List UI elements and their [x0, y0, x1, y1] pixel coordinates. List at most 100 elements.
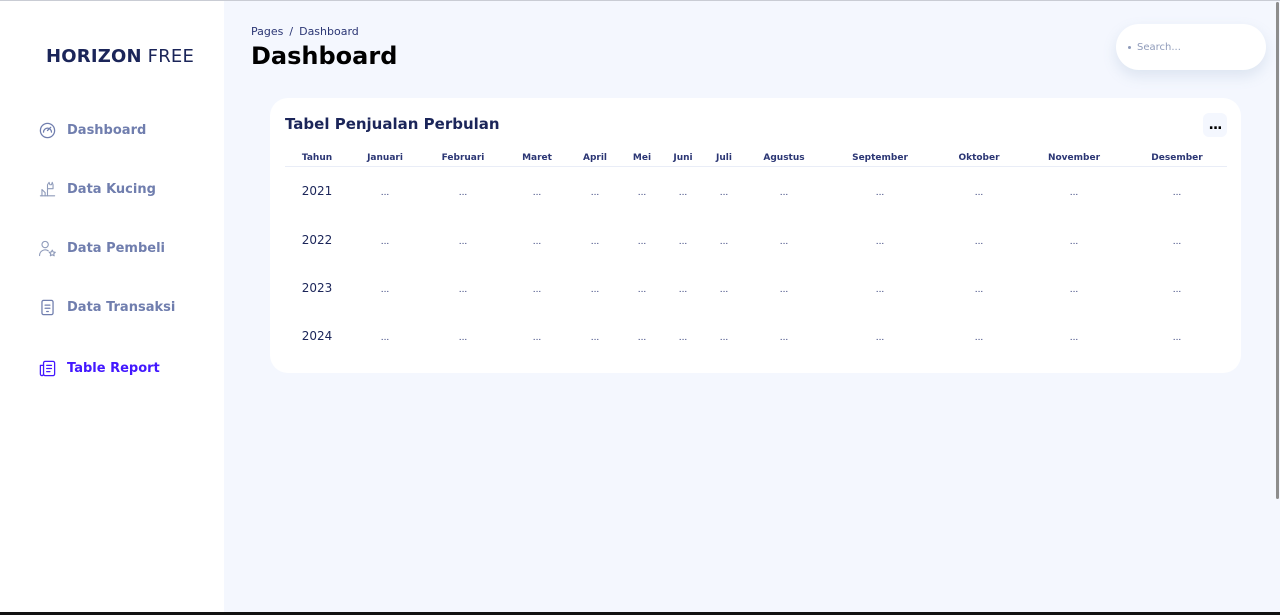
table-cell: ...: [637, 237, 647, 247]
column-header: September: [823, 150, 937, 167]
column-header: Agustus: [745, 150, 823, 167]
breadcrumb-separator: /: [289, 25, 294, 38]
sales-table-card: Tabel Penjualan Perbulan ... Tahun Janua…: [270, 98, 1241, 373]
sidebar-item-label: Dashboard: [67, 122, 147, 138]
sidebar-item-label: Data Pembeli: [67, 240, 166, 256]
search-input[interactable]: [1137, 41, 1247, 53]
table-cell: ...: [380, 285, 390, 295]
breadcrumb-link-pages[interactable]: Pages: [251, 25, 283, 38]
table-row: 2021 ... ... ... ... ... ... ... ... ...…: [285, 166, 1227, 216]
table-cell: ...: [974, 188, 984, 199]
table-cell: ...: [779, 285, 789, 295]
sidebar-item-table-report[interactable]: Table Report: [38, 357, 160, 379]
table-cell: ...: [590, 188, 600, 199]
table-cell: ...: [380, 333, 390, 343]
table-cell: ...: [678, 333, 688, 343]
sidebar-item-dashboard[interactable]: Dashboard: [38, 119, 146, 141]
column-header: November: [1021, 150, 1127, 167]
sidebar-item-label: Data Kucing: [67, 181, 156, 197]
card-title: Tabel Penjualan Perbulan: [285, 115, 500, 133]
table-cell: ...: [1172, 188, 1182, 199]
table-cell: ...: [532, 188, 542, 199]
table-cell: ...: [590, 237, 600, 247]
brand-logo[interactable]: HORIZON FREE: [46, 46, 194, 67]
table-cell: ...: [532, 237, 542, 247]
table-cell: ...: [719, 188, 729, 199]
sidebar-item-data-transaksi[interactable]: Data Transaksi: [38, 296, 175, 318]
table-row: 2024 ... ... ... ... ... ... ... ... ...…: [285, 312, 1227, 360]
user-star-icon: [39, 240, 56, 256]
table-cell: ...: [678, 237, 688, 247]
search-icon: [1128, 45, 1131, 49]
table-cell: ...: [719, 237, 729, 247]
table-cell: ...: [1069, 237, 1079, 247]
column-header: Mei: [621, 150, 663, 167]
table-cell: ...: [1172, 333, 1182, 343]
report-icon: [39, 360, 56, 376]
table-cell: ...: [380, 188, 390, 199]
table-cell: ...: [458, 333, 468, 343]
table-row: 2023 ... ... ... ... ... ... ... ... ...…: [285, 264, 1227, 312]
column-header: Maret: [505, 150, 569, 167]
table-cell: ...: [678, 285, 688, 295]
year-cell: 2023: [301, 281, 333, 295]
table-cell: ...: [719, 285, 729, 295]
sidebar: HORIZON FREE Dashboard Data Kucing Data …: [0, 1, 224, 612]
table-cell: ...: [532, 285, 542, 295]
table-cell: ...: [974, 237, 984, 247]
column-header: Desember: [1127, 150, 1227, 167]
year-cell: 2022: [301, 233, 333, 247]
cat-icon: [39, 181, 56, 196]
table-cell: ...: [637, 285, 647, 295]
table-cell: ...: [637, 188, 647, 199]
table-cell: ...: [1172, 237, 1182, 247]
column-header: Juni: [663, 150, 703, 167]
table-cell: ...: [974, 285, 984, 295]
table-cell: ...: [458, 285, 468, 295]
table-cell: ...: [1069, 188, 1079, 199]
breadcrumb-link-dashboard[interactable]: Dashboard: [299, 25, 359, 38]
table-cell: ...: [1069, 333, 1079, 343]
sidebar-item-label: Data Transaksi: [67, 299, 176, 315]
table-cell: ...: [875, 237, 885, 247]
table-cell: ...: [590, 285, 600, 295]
column-header: Tahun: [285, 150, 349, 167]
table-cell: ...: [532, 333, 542, 343]
year-cell: 2021: [301, 184, 333, 199]
logo-bold-text: HORIZON: [46, 46, 142, 67]
search-bar[interactable]: [1116, 24, 1266, 70]
table-cell: ...: [590, 333, 600, 343]
table-cell: ...: [779, 333, 789, 343]
table-cell: ...: [779, 188, 789, 199]
card-menu-button[interactable]: ...: [1203, 113, 1227, 137]
table-cell: ...: [719, 333, 729, 343]
table-cell: ...: [779, 237, 789, 247]
table-cell: ...: [875, 285, 885, 295]
year-cell: 2024: [301, 329, 333, 343]
column-header: Juli: [703, 150, 745, 167]
page-scrollbar[interactable]: [1276, 2, 1279, 499]
table-cell: ...: [875, 333, 885, 343]
logo-light-text: FREE: [147, 46, 195, 67]
table-cell: ...: [458, 237, 468, 247]
sales-table: Tahun Januari Februari Maret April Mei J…: [285, 150, 1227, 360]
sidebar-item-label: Table Report: [67, 360, 160, 376]
column-header: Januari: [349, 150, 421, 167]
table-row: 2022 ... ... ... ... ... ... ... ... ...…: [285, 216, 1227, 264]
table-cell: ...: [974, 333, 984, 343]
table-header-row: Tahun Januari Februari Maret April Mei J…: [285, 150, 1227, 167]
table-cell: ...: [380, 237, 390, 247]
receipt-icon: [41, 299, 54, 315]
sidebar-item-data-pembeli[interactable]: Data Pembeli: [38, 237, 165, 259]
table-cell: ...: [1172, 285, 1182, 295]
table-cell: ...: [678, 188, 688, 199]
table-cell: ...: [875, 188, 885, 199]
column-header: Oktober: [937, 150, 1021, 167]
table-cell: ...: [458, 188, 468, 199]
table-cell: ...: [1069, 285, 1079, 295]
column-header: Februari: [421, 150, 505, 167]
table-cell: ...: [637, 333, 647, 343]
page-title: Dashboard: [251, 42, 398, 70]
gauge-icon: [39, 122, 56, 138]
sidebar-item-data-kucing[interactable]: Data Kucing: [38, 178, 156, 200]
